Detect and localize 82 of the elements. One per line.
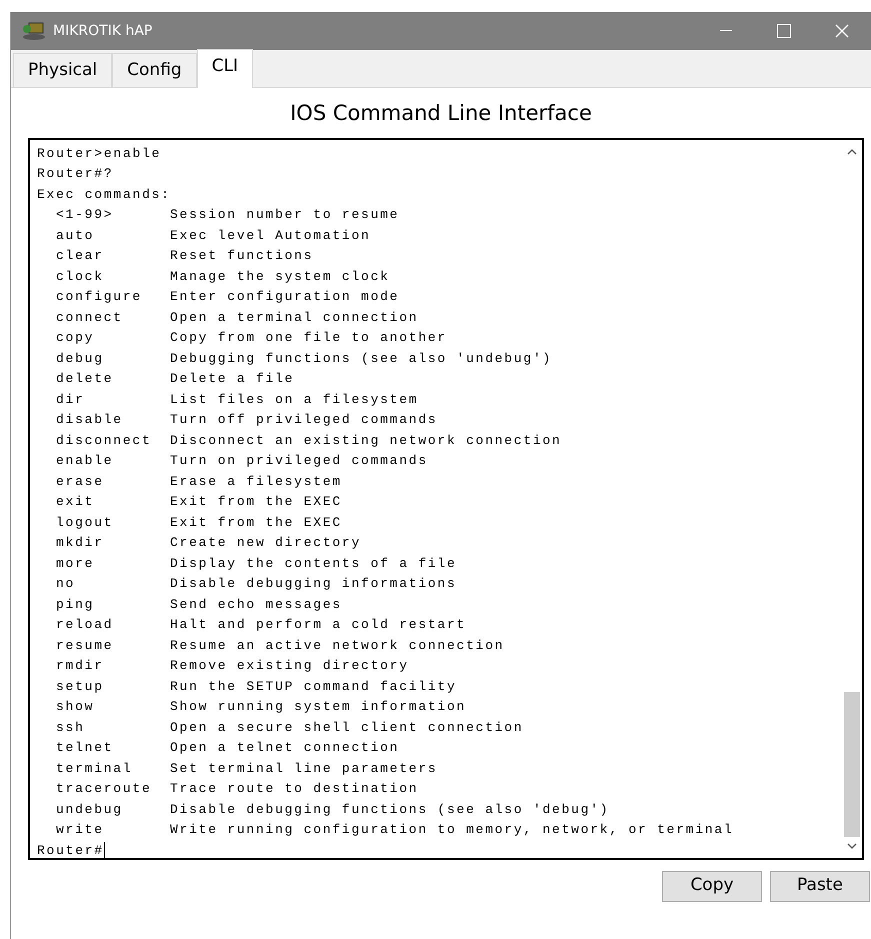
command-name: auto [56, 226, 96, 244]
command-description: Delete a file [170, 371, 294, 386]
command-name: more [56, 554, 96, 572]
command-name: dir [56, 390, 86, 408]
scroll-up-icon [847, 148, 857, 154]
scroll-down-icon [847, 842, 857, 848]
command-description: Run the SETUP command facility [170, 678, 457, 694]
panel-heading: IOS Command Line Interface [289, 100, 593, 127]
command-description: Erase a filesystem [170, 474, 342, 488]
command-description: Exec level Automation [170, 228, 371, 242]
command-name: configure [56, 288, 143, 306]
command-description: Turn off privileged commands [170, 412, 438, 427]
action-button[interactable]: Paste [770, 870, 870, 902]
close-icon [835, 24, 849, 38]
window-title: MIKROTIK hAP [53, 22, 152, 40]
maximize-icon [777, 24, 791, 38]
command-description: Trace route to destination [170, 781, 418, 796]
command-description: List files on a filesystem [170, 392, 418, 406]
command-name: ssh [56, 718, 86, 736]
command-prompt: Router# [37, 842, 104, 858]
command-description: Open a telnet connection [170, 740, 400, 755]
command-name: resume [56, 636, 114, 654]
command-name: ping [56, 596, 96, 614]
command-description: Create new directory [170, 535, 362, 550]
command-name: exit [56, 493, 96, 511]
command-description: Set terminal line parameters [170, 760, 438, 776]
command-name: disconnect [56, 432, 153, 450]
terminal-line: Exec commands: [37, 186, 171, 202]
command-name: delete [56, 370, 114, 388]
command-name: write [56, 821, 105, 839]
command-description: Session number to resume [170, 207, 400, 222]
command-description: Reset functions [170, 248, 314, 263]
command-description: Show running system information [170, 699, 466, 714]
tab[interactable]: CLI [196, 48, 254, 88]
terminal-console[interactable] [28, 138, 864, 860]
command-description: Halt and perform a cold restart [170, 617, 466, 632]
command-name: clear [56, 247, 105, 265]
command-name: show [56, 698, 96, 716]
tab[interactable]: Config [112, 52, 197, 87]
command-description: Remove existing directory [170, 658, 409, 673]
command-name: enable [56, 452, 114, 470]
command-name: terminal [56, 760, 134, 778]
terminal-line: Router#? [37, 166, 114, 181]
command-name: traceroute [56, 780, 153, 798]
command-description: Open a terminal connection [170, 310, 418, 324]
command-description: Manage the system clock [170, 268, 390, 284]
command-name: debug [56, 350, 105, 368]
minimize-icon [720, 30, 732, 32]
command-name: connect [56, 308, 124, 326]
command-description: Copy from one file to another [170, 330, 447, 345]
command-description: Resume an active network connection [170, 638, 504, 652]
command-description: Exit from the EXEC [170, 514, 342, 530]
text-cursor [104, 842, 105, 858]
terminal-line: Router>enable [37, 146, 162, 160]
tab[interactable]: Physical [13, 52, 112, 87]
command-name: undebug [56, 800, 124, 818]
command-description: Open a secure shell client connection [170, 720, 524, 734]
command-description: Display the contents of a file [170, 556, 457, 570]
command-description: Disable debugging informations [170, 576, 457, 591]
command-name: copy [56, 329, 96, 347]
command-name: setup [56, 678, 105, 696]
command-name: <1-99> [56, 206, 114, 224]
command-name: logout [56, 514, 114, 532]
command-name: reload [56, 616, 114, 634]
command-description: Enter configuration mode [170, 289, 400, 304]
command-description: Send echo messages [170, 596, 342, 612]
command-name: disable [56, 411, 124, 429]
command-name: no [56, 575, 76, 593]
scrollbar-thumb[interactable] [844, 692, 860, 836]
command-description: Write running configuration to memory, network, or terminal [170, 822, 734, 837]
command-description: Exit from the EXEC [170, 494, 342, 509]
command-description: Debugging functions (see also 'undebug') [170, 350, 552, 366]
command-name: telnet [56, 739, 114, 757]
action-button[interactable]: Copy [662, 870, 762, 902]
command-name: rmdir [56, 657, 105, 675]
command-description: Turn on privileged commands [170, 453, 428, 468]
router-icon [21, 21, 47, 41]
command-description: Disable debugging functions (see also 'debug') [170, 802, 610, 816]
command-name: mkdir [56, 534, 105, 552]
command-name: erase [56, 472, 105, 490]
command-description: Disconnect an existing network connection [170, 432, 562, 448]
command-name: clock [56, 268, 105, 286]
